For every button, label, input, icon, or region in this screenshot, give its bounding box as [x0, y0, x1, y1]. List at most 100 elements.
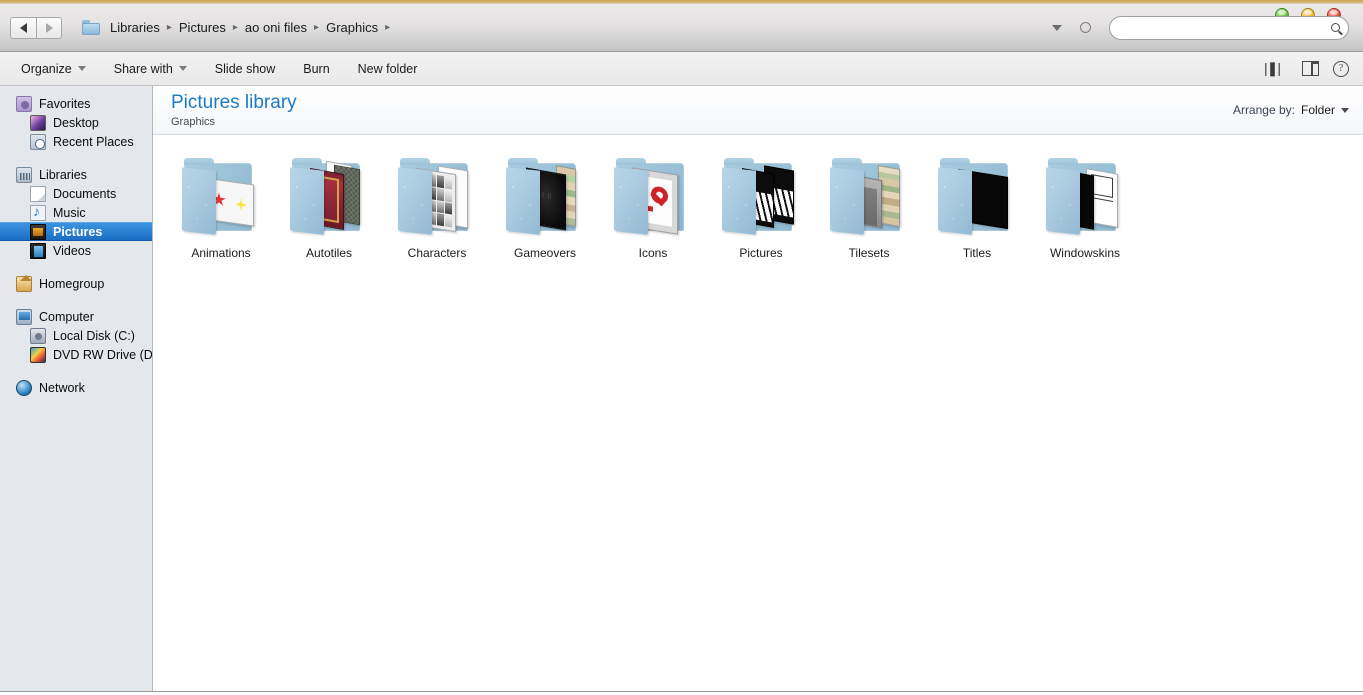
- folder-item-icons[interactable]: Icons: [599, 151, 707, 267]
- sidebar-label: Desktop: [53, 115, 99, 130]
- homegroup-icon: [16, 274, 32, 292]
- forward-button[interactable]: [36, 16, 62, 39]
- desktop-icon: [30, 114, 46, 131]
- nav-group-libraries: Libraries Documents Music Pictures Video…: [0, 165, 152, 260]
- nav-group-homegroup: Homegroup: [0, 274, 152, 293]
- documents-icon: [30, 185, 46, 202]
- folder-item-characters[interactable]: Characters: [383, 151, 491, 267]
- new-folder-label: New folder: [357, 61, 418, 76]
- folder-thumbnail: [286, 155, 372, 241]
- folder-thumbnail: [826, 155, 912, 241]
- organize-button[interactable]: Organize: [12, 58, 95, 80]
- sidebar-item-homegroup[interactable]: Homegroup: [0, 274, 152, 293]
- title-bar: Libraries ▸ Pictures ▸ ao oni files ▸ Gr…: [0, 4, 1363, 52]
- help-icon[interactable]: ?: [1333, 60, 1349, 77]
- search-input[interactable]: [1118, 20, 1327, 35]
- sidebar-label: Network: [39, 380, 85, 395]
- key-icon: [645, 184, 671, 220]
- folder-label: Gameovers: [513, 246, 577, 260]
- folder-item-tilesets[interactable]: Tilesets: [815, 151, 923, 267]
- folder-label: Autotiles: [305, 246, 353, 260]
- videos-icon: [30, 242, 46, 259]
- folder-thumbnail: [178, 155, 264, 241]
- sidebar-item-local-disk[interactable]: Local Disk (C:): [0, 326, 152, 345]
- folder-thumbnail: [394, 155, 480, 241]
- computer-icon: [16, 308, 32, 325]
- chevron-down-icon: [77, 66, 86, 71]
- change-view-button[interactable]: |❚|: [1264, 60, 1288, 77]
- share-with-button[interactable]: Share with: [105, 58, 196, 80]
- breadcrumb-item-pictures[interactable]: Pictures: [175, 18, 230, 37]
- refresh-icon[interactable]: [1080, 22, 1091, 33]
- dvd-drive-icon: [30, 346, 46, 363]
- folder-item-autotiles[interactable]: Autotiles: [275, 151, 383, 267]
- sidebar-item-libraries[interactable]: Libraries: [0, 165, 152, 184]
- network-icon: [16, 379, 32, 396]
- window-body: Favorites Desktop Recent Places Librarie…: [0, 86, 1363, 692]
- sidebar-item-desktop[interactable]: Desktop: [0, 113, 152, 132]
- sidebar-item-computer[interactable]: Computer: [0, 307, 152, 326]
- folder-thumbnail: [610, 155, 696, 241]
- chevron-down-icon[interactable]: [1341, 107, 1349, 113]
- sidebar-item-pictures[interactable]: Pictures: [0, 222, 152, 241]
- burn-button[interactable]: Burn: [294, 58, 338, 80]
- breadcrumb-separator-icon[interactable]: ▸: [230, 22, 241, 33]
- sidebar-item-favorites[interactable]: Favorites: [0, 94, 152, 113]
- libraries-icon: [16, 166, 32, 183]
- back-arrow-icon: [20, 22, 27, 33]
- folder-label: Characters: [407, 246, 467, 260]
- folder-label: Pictures: [739, 246, 783, 260]
- library-subtitle: Graphics: [171, 115, 216, 128]
- sidebar-item-documents[interactable]: Documents: [0, 184, 152, 203]
- change-view-icon: |❚|: [1263, 60, 1281, 76]
- nav-group-network: Network: [0, 378, 152, 397]
- folder-item-windowskins[interactable]: Windowskins: [1031, 151, 1139, 267]
- chevron-down-icon: [178, 66, 187, 71]
- folder-label: Animations: [191, 246, 251, 260]
- folder-item-titles[interactable]: Titles: [923, 151, 1031, 267]
- breadcrumb-separator-icon[interactable]: ▸: [382, 22, 393, 33]
- sidebar-item-dvd-drive[interactable]: DVD RW Drive (D:) R: [0, 345, 152, 364]
- breadcrumb-item-ao-oni-files[interactable]: ao oni files: [241, 18, 311, 37]
- folder-label: Tilesets: [848, 246, 890, 260]
- organize-label: Organize: [21, 61, 72, 76]
- explorer-window: Libraries ▸ Pictures ▸ ao oni files ▸ Gr…: [0, 0, 1363, 695]
- sidebar-label: Homegroup: [39, 276, 105, 291]
- folder-item-pictures[interactable]: Pictures: [707, 151, 815, 267]
- sidebar-item-recent-places[interactable]: Recent Places: [0, 132, 152, 151]
- sidebar-label: Computer: [39, 309, 94, 324]
- forward-arrow-icon: [45, 22, 53, 33]
- sidebar-item-videos[interactable]: Videos: [0, 241, 152, 260]
- folder-thumbnail: [934, 155, 1020, 241]
- nav-group-favorites: Favorites Desktop Recent Places: [0, 94, 152, 151]
- breadcrumb[interactable]: Libraries ▸ Pictures ▸ ao oni files ▸ Gr…: [82, 16, 393, 40]
- arrange-by-value[interactable]: Folder: [1301, 103, 1335, 117]
- folder-thumbnail: [502, 155, 588, 241]
- chevron-down-icon[interactable]: [1052, 24, 1062, 31]
- back-button[interactable]: [10, 16, 36, 39]
- slide-show-button[interactable]: Slide show: [206, 58, 284, 80]
- music-icon: [30, 203, 46, 221]
- breadcrumb-separator-icon[interactable]: ▸: [164, 22, 175, 33]
- content-pane: Pictures library Graphics Arrange by: Fo…: [153, 86, 1363, 691]
- sidebar-label: Videos: [53, 243, 91, 258]
- breadcrumb-separator-icon[interactable]: ▸: [311, 22, 322, 33]
- search-box[interactable]: [1109, 15, 1349, 40]
- search-icon: [1331, 23, 1340, 32]
- folder-item-gameovers[interactable]: Gameovers: [491, 151, 599, 267]
- breadcrumb-item-graphics[interactable]: Graphics: [322, 18, 382, 37]
- command-bar: Organize Share with Slide show Burn New …: [0, 52, 1363, 86]
- breadcrumb-item-libraries[interactable]: Libraries: [106, 18, 164, 37]
- sidebar-label: Documents: [53, 186, 117, 201]
- library-header: Pictures library Graphics Arrange by: Fo…: [153, 86, 1363, 135]
- arrange-by-control[interactable]: Arrange by: Folder: [1233, 103, 1349, 117]
- folder-thumbnail: [1042, 155, 1128, 241]
- navigation-pane: Favorites Desktop Recent Places Librarie…: [0, 86, 153, 691]
- folder-item-animations[interactable]: Animations: [167, 151, 275, 267]
- sidebar-item-music[interactable]: Music: [0, 203, 152, 222]
- new-folder-button[interactable]: New folder: [349, 58, 427, 80]
- preview-pane-icon[interactable]: [1302, 61, 1319, 76]
- share-with-label: Share with: [113, 61, 173, 76]
- nav-group-computer: Computer Local Disk (C:) DVD RW Drive (D…: [0, 307, 152, 364]
- sidebar-item-network[interactable]: Network: [0, 378, 152, 397]
